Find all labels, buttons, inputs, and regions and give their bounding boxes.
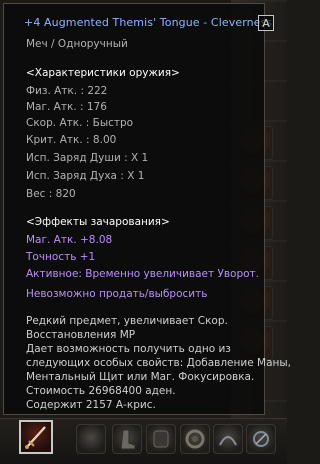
description-line: следующих особых свойств: Добавление Ман…	[26, 357, 291, 369]
skill-icon	[219, 436, 237, 446]
stat-line: Исп. Заряд Духа : X 1	[26, 170, 145, 182]
item-title: +4 Augmented Themis' Tongue - Cleverness	[24, 16, 273, 29]
empty-slot[interactable]	[76, 424, 106, 454]
stat-line: Крит. Атк. : 8.00	[26, 134, 117, 146]
skill-slot[interactable]	[246, 424, 276, 454]
enchant-effect: Точность +1	[26, 251, 96, 263]
description-line: Дает возможность получить одно из	[26, 343, 231, 355]
selected-item-slot[interactable]	[19, 420, 53, 454]
stat-line: Вес : 820	[26, 188, 76, 200]
skill-slot[interactable]	[213, 424, 243, 454]
description-line: Редкий предмет, увеличивает Скор.	[26, 315, 228, 327]
skill-icon	[253, 431, 269, 447]
stat-line: Исп. Заряд Души : X 1	[26, 152, 149, 164]
description-line: Содержит 2157 А-крис.	[26, 399, 156, 411]
description-line: Ментальный Щит или Маг. Фокусировка.	[26, 371, 255, 383]
boots-icon	[120, 429, 136, 450]
armor-slot[interactable]	[146, 424, 176, 454]
lock-icon[interactable]: A	[258, 15, 274, 31]
ring-icon	[185, 429, 205, 449]
trade-restriction: Невозможно продать/выбросить	[26, 288, 208, 300]
stat-line: Скор. Атк. : Быстро	[26, 117, 134, 129]
description-line: Восстановления MP	[26, 329, 136, 341]
enchant-effect: Маг. Атк. +8.08	[26, 234, 113, 246]
stat-line: Маг. Атк. : 176	[26, 101, 107, 113]
stats-header: <Характеристики оружия>	[26, 67, 180, 79]
item-type: Меч / Одноручный	[26, 38, 128, 50]
sword-icon	[25, 426, 46, 449]
description-line: Стоимость 26968400 аден.	[26, 385, 176, 397]
ring-slot[interactable]	[180, 424, 210, 454]
enchant-effect: Активное: Временно увеличивает Уворот.	[26, 268, 259, 280]
boots-slot[interactable]	[112, 424, 142, 454]
enchant-header: <Эффекты зачарования>	[26, 216, 170, 228]
armor-icon	[153, 430, 169, 448]
stat-line: Физ. Атк. : 222	[26, 85, 108, 97]
